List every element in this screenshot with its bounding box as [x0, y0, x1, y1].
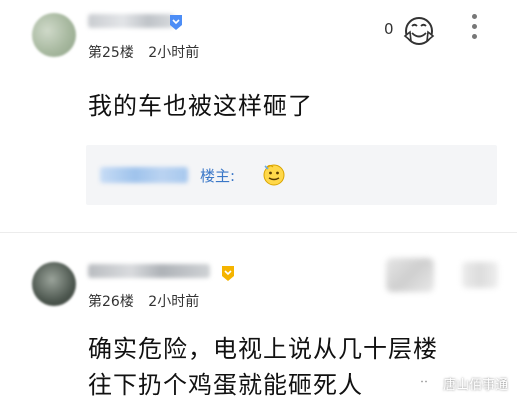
comment-content-line: 确实危险，电视上说从几十层楼 [88, 335, 438, 363]
avatar[interactable] [32, 13, 76, 57]
smile-emoji-icon [262, 162, 286, 186]
like-count: 0 [384, 20, 394, 38]
floor-number: 第25楼 [88, 45, 134, 61]
comment-meta: 第26楼 2小时前 [88, 291, 199, 311]
vip-badge-icon [220, 264, 236, 282]
comment-divider [0, 232, 517, 233]
reply-username-blurred[interactable] [100, 167, 188, 183]
timestamp: 2小时前 [148, 294, 200, 310]
like-emoji-icon[interactable] [402, 14, 436, 48]
reply-author-label: 楼主: [200, 167, 236, 185]
watermark: 唐山佰事通 [417, 374, 508, 396]
more-vertical-icon[interactable] [472, 14, 478, 42]
timestamp: 2小时前 [148, 45, 200, 61]
comment-meta: 第25楼 2小时前 [88, 42, 199, 62]
vip-badge-icon [168, 13, 184, 31]
avatar[interactable] [32, 262, 76, 306]
wechat-icon [417, 376, 435, 392]
username-blurred[interactable] [88, 264, 210, 278]
floor-number: 第26楼 [88, 294, 134, 310]
reply-preview[interactable]: 楼主: [86, 145, 497, 205]
more-button-blurred[interactable] [462, 262, 498, 288]
watermark-text: 唐山佰事通 [443, 378, 509, 393]
username-blurred[interactable] [88, 14, 174, 28]
like-button-blurred[interactable] [386, 258, 434, 292]
comment-content: 我的车也被这样砸了 [88, 92, 313, 120]
comment-item: 第25楼 2小时前 0 我的车也被这样砸了 楼主: [0, 0, 517, 232]
